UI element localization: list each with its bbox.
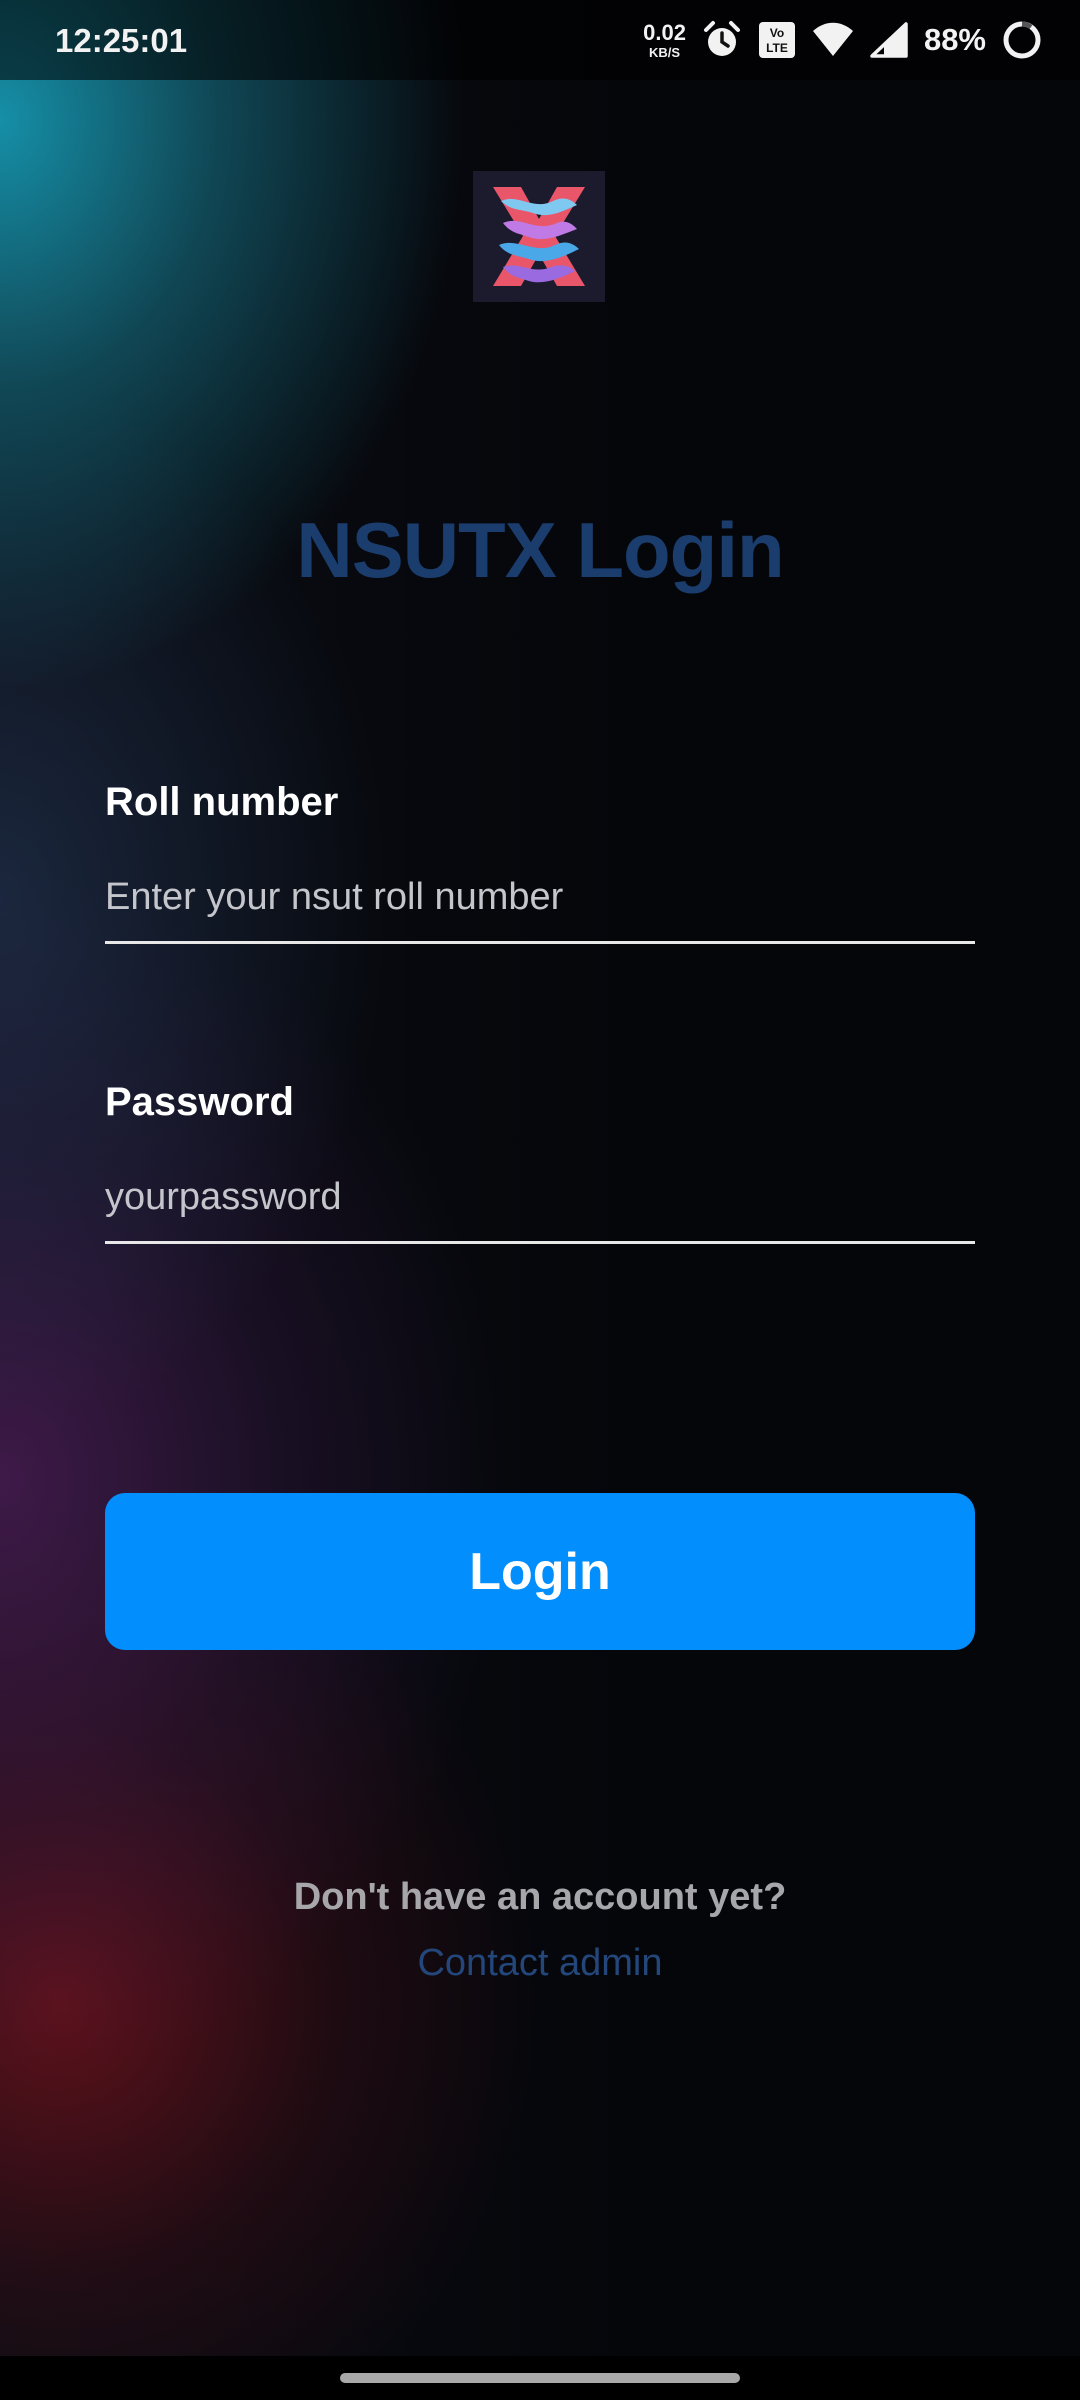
home-indicator[interactable] xyxy=(340,2373,740,2383)
password-label: Password xyxy=(105,1080,294,1124)
status-bar: 12:25:01 0.02 KB/S Vo LTE 88% xyxy=(0,0,1080,80)
navigation-bar xyxy=(0,2356,1080,2400)
roll-number-input[interactable] xyxy=(105,854,975,944)
status-time: 12:25:01 xyxy=(55,22,188,59)
login-button[interactable]: Login xyxy=(105,1493,975,1650)
network-speed: 0.02 KB/S xyxy=(643,19,686,60)
no-account-text: Don't have an account yet? xyxy=(293,1876,787,1918)
cell-signal-icon xyxy=(870,22,908,58)
contact-admin-link[interactable]: Contact admin xyxy=(0,1942,1080,1985)
login-screen: 12:25:01 0.02 KB/S Vo LTE 88% NSUTX Logi… xyxy=(0,0,1080,2400)
status-icons: 0.02 KB/S Vo LTE 88% xyxy=(643,14,1042,66)
network-speed-value: 0.02 xyxy=(643,19,686,45)
password-field: Password xyxy=(105,1080,975,1244)
wifi-icon xyxy=(812,22,853,56)
app-logo-icon xyxy=(473,171,605,302)
roll-number-field: Roll number xyxy=(105,780,975,944)
battery-icon xyxy=(1003,21,1041,59)
alarm-icon xyxy=(703,21,740,56)
svg-text:LTE: LTE xyxy=(766,41,788,55)
svg-text:Vo: Vo xyxy=(770,26,784,40)
network-speed-unit: KB/S xyxy=(649,44,681,60)
page-title: NSUTX Login xyxy=(296,506,784,594)
battery-percent: 88% xyxy=(923,22,986,57)
volte-icon: Vo LTE xyxy=(758,22,795,58)
password-input[interactable] xyxy=(105,1154,975,1244)
roll-number-label: Roll number xyxy=(105,780,339,824)
